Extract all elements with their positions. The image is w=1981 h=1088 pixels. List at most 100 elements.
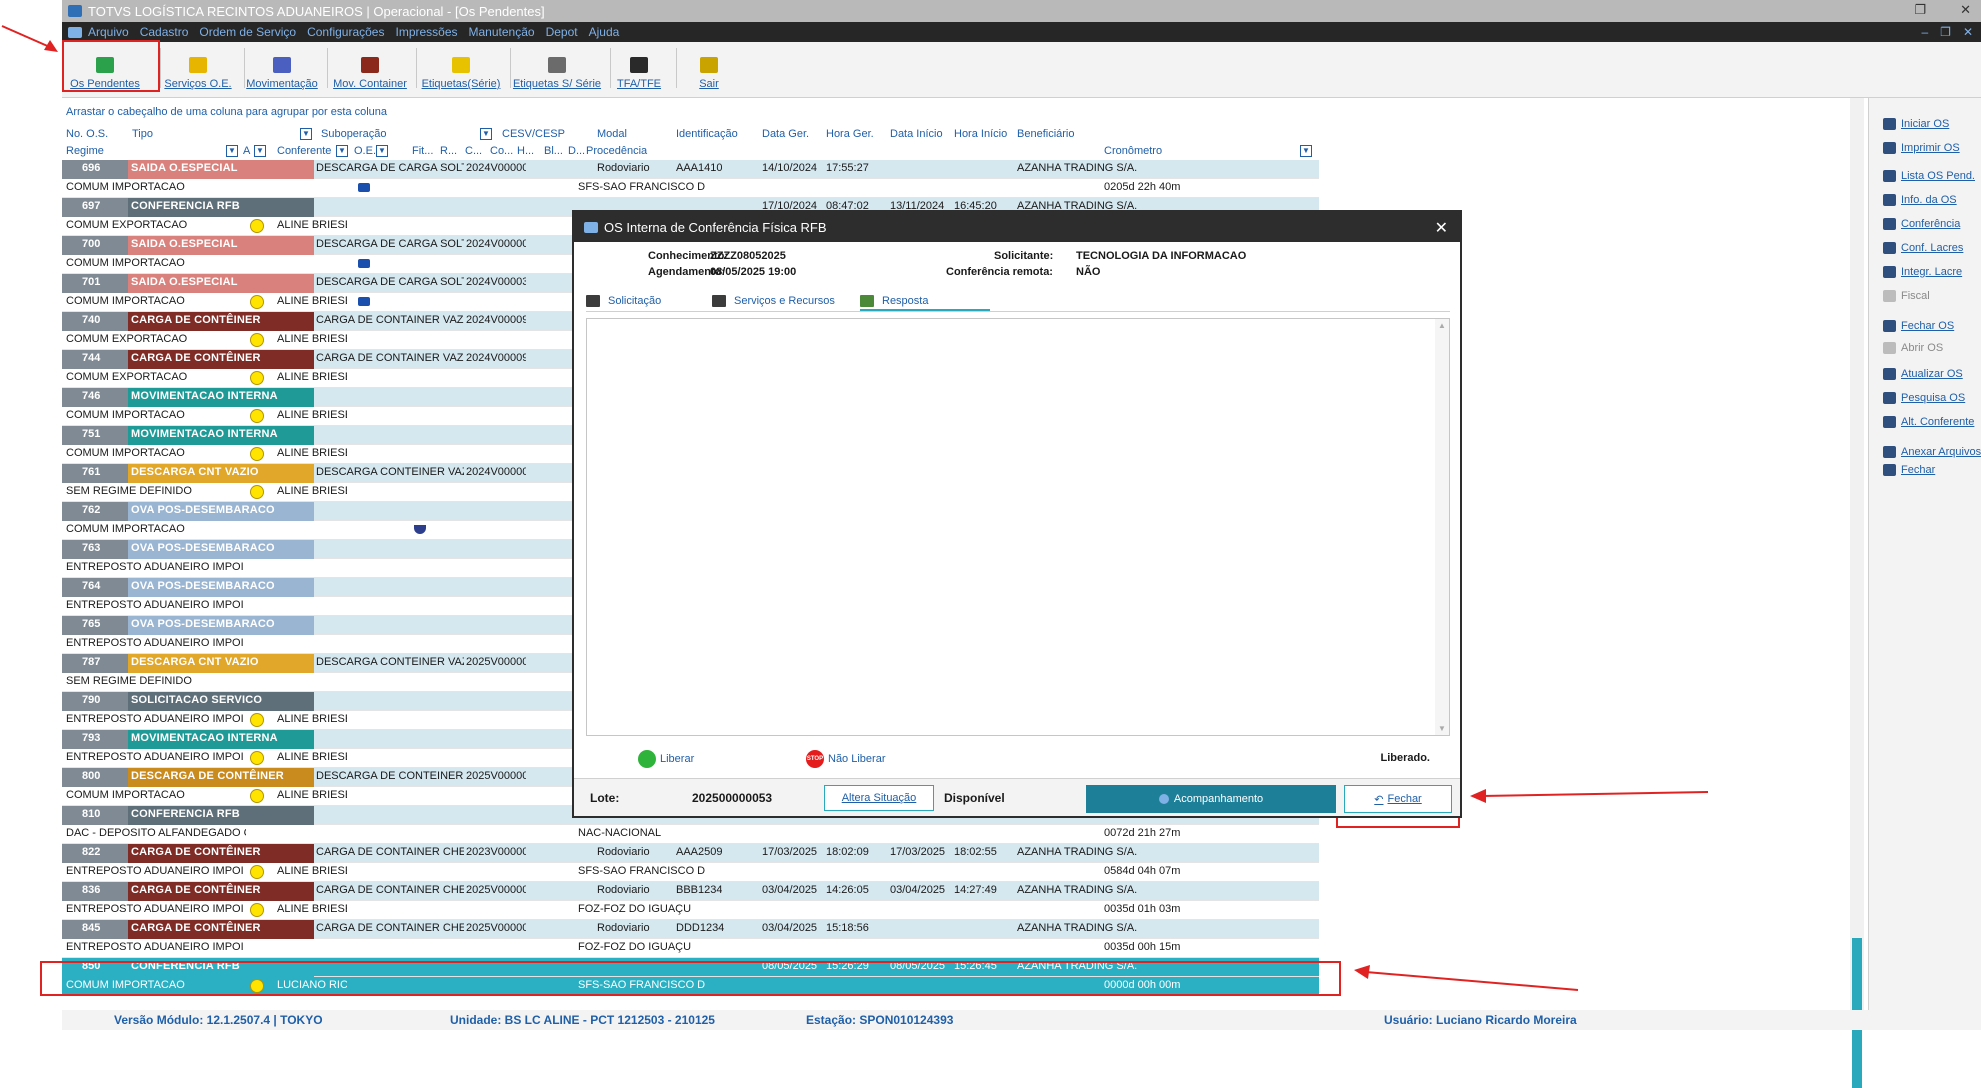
col-header-c[interactable]: C... — [465, 145, 482, 157]
identificacao-cell: DDD1234 — [676, 922, 725, 934]
col-header-regime[interactable]: Regime — [66, 145, 104, 157]
col-header-tipo[interactable]: Tipo — [132, 128, 153, 140]
menu-configuracoes[interactable]: Configurações — [307, 25, 384, 39]
menu-manutencao[interactable]: Manutenção — [469, 25, 535, 39]
col-header-fit[interactable]: Fit... — [412, 145, 433, 157]
grid-vertical-scrollbar[interactable] — [1850, 98, 1864, 1088]
col-header-data-inicio[interactable]: Data Início — [890, 128, 943, 140]
close-icon[interactable]: ✕ — [1960, 2, 1971, 18]
action-lista-os-pend[interactable]: Lista OS Pend. — [1883, 170, 1975, 182]
fechar-button[interactable]: ↶ Fechar — [1344, 785, 1452, 813]
menu-arquivo[interactable]: Arquivo — [88, 25, 129, 39]
col-header-cesv[interactable]: CESV/CESP — [502, 128, 565, 140]
col-header-suboperacao[interactable]: Suboperação — [321, 128, 386, 140]
col-header-cronometro[interactable]: Cronômetro — [1104, 145, 1162, 157]
paperclip-icon — [1883, 446, 1896, 458]
col-header-co[interactable]: Co... — [490, 145, 513, 157]
col-header-procedencia[interactable]: Procedência — [586, 145, 647, 157]
toolbar-etiquetas-serie-button[interactable]: Etiquetas(Série) — [420, 46, 502, 94]
os-tipo: DESCARGA CNT VAZIO — [128, 464, 314, 483]
toolbar-etiquetas-sem-serie-button[interactable]: Etiquetas S/ Série — [512, 46, 602, 94]
col-header-beneficiario[interactable]: Beneficiário — [1017, 128, 1074, 140]
action-anexar-arquivos[interactable]: Anexar Arquivos — [1883, 446, 1981, 458]
liberar-button[interactable]: Liberar — [638, 750, 694, 768]
textarea-scrollbar[interactable]: ▲ ▼ — [1435, 319, 1449, 735]
table-row-detail[interactable]: ENTREPOSTO ADUANEIRO IMPOI ALINE BRIESEI F… — [62, 901, 1319, 920]
filter-dropdown-icon[interactable]: ▼ — [336, 145, 348, 157]
mdi-close-icon[interactable]: ✕ — [1963, 25, 1973, 39]
tab-solicitacao[interactable]: Solicitação — [586, 295, 661, 307]
menu-depot[interactable]: Depot — [546, 25, 578, 39]
acompanhamento-button[interactable]: Acompanhamento — [1086, 785, 1336, 813]
action-info-da-os[interactable]: Info. da OS — [1883, 194, 1957, 206]
col-header-os[interactable]: No. O.S. — [66, 128, 108, 140]
resposta-textarea[interactable]: ▲ ▼ — [586, 318, 1450, 736]
conferente-cell: ALINE BRIESEI — [277, 485, 347, 497]
toolbar-sair-button[interactable]: Sair — [694, 46, 724, 94]
group-by-hint[interactable]: Arrastar o cabeçalho de uma coluna para … — [66, 106, 387, 118]
table-row[interactable]: 836 CARGA DE CONTÊINER CARGA DE CONTAINER … — [62, 882, 1319, 901]
col-header-h[interactable]: H... — [517, 145, 534, 157]
filter-dropdown-icon[interactable]: ▼ — [376, 145, 388, 157]
filter-dropdown-icon[interactable]: ▼ — [480, 128, 492, 140]
col-header-identificacao[interactable]: Identificação — [676, 128, 738, 140]
col-header-oe[interactable]: O.E. — [354, 145, 376, 157]
toolbar-mov-container-button[interactable]: Mov. Container — [332, 46, 408, 94]
table-row-detail[interactable]: DAC - DEPOSITO ALFANDEGADO C NAC-NACIONAL… — [62, 825, 1319, 844]
menu-app-icon[interactable] — [68, 26, 82, 38]
os-number: 761 — [62, 464, 128, 483]
col-header-a[interactable]: A — [243, 145, 250, 157]
action-atualizar-os[interactable]: Atualizar OS — [1883, 368, 1963, 380]
action-fechar[interactable]: Fechar — [1883, 464, 1935, 476]
table-row-detail[interactable]: ENTREPOSTO ADUANEIRO IMPOI ALINE BRIESEI S… — [62, 863, 1319, 882]
conhecimento-value: ZZZZ08052025 — [710, 250, 786, 262]
table-row[interactable]: 845 CARGA DE CONTÊINER CARGA DE CONTAINER … — [62, 920, 1319, 939]
action-integr-lacre[interactable]: Integr. Lacre — [1883, 266, 1962, 278]
restore-icon[interactable]: ❐ — [1914, 2, 1926, 18]
scroll-down-icon[interactable]: ▼ — [1435, 724, 1449, 733]
suboperacao-cell: DESCARGA DE CARGA SOLTA — [316, 276, 464, 288]
col-header-r[interactable]: R... — [440, 145, 457, 157]
col-header-hora-inicio[interactable]: Hora Início — [954, 128, 1007, 140]
menu-ordem-servico[interactable]: Ordem de Serviço — [199, 25, 296, 39]
toolbar-servicos-oe-button[interactable]: Serviços O.E. — [164, 46, 232, 94]
action-abrir-os[interactable]: Abrir OS — [1883, 342, 1943, 354]
scroll-up-icon[interactable]: ▲ — [1435, 321, 1449, 330]
menu-cadastro[interactable]: Cadastro — [140, 25, 189, 39]
mdi-minimize-icon[interactable]: – — [1921, 25, 1928, 39]
action-iniciar-os[interactable]: Iniciar OS — [1883, 118, 1949, 130]
table-row-detail[interactable]: ENTREPOSTO ADUANEIRO IMPOI FOZ-FOZ DO IGU… — [62, 939, 1319, 958]
tab-servicos-recursos[interactable]: Serviços e Recursos — [712, 295, 835, 307]
col-header-d[interactable]: D... — [568, 145, 585, 157]
action-conf-lacres[interactable]: Conf. Lacres — [1883, 242, 1963, 254]
menu-ajuda[interactable]: Ajuda — [589, 25, 620, 39]
col-header-hora-ger[interactable]: Hora Ger. — [826, 128, 874, 140]
col-header-bl[interactable]: Bl... — [544, 145, 563, 157]
toolbar-movimentacao-button[interactable]: Movimentação — [246, 46, 318, 94]
col-header-conferente[interactable]: Conferente — [277, 145, 331, 157]
toolbar-tfa-tfe-button[interactable]: TFA/TFE — [615, 46, 663, 94]
filter-dropdown-icon[interactable]: ▼ — [300, 128, 312, 140]
dialog-close-icon[interactable]: ✕ — [1435, 218, 1448, 238]
action-fiscal[interactable]: Fiscal — [1883, 290, 1930, 302]
filter-dropdown-icon[interactable]: ▼ — [1300, 145, 1312, 157]
data-inicio-cell: 17/03/2025 — [890, 846, 946, 858]
tab-resposta[interactable]: Resposta — [860, 295, 990, 311]
filter-dropdown-icon[interactable]: ▼ — [226, 145, 238, 157]
action-alt-conferente[interactable]: Alt. Conferente — [1883, 416, 1974, 428]
action-imprimir-os[interactable]: Imprimir OS — [1883, 142, 1960, 154]
action-fechar-os[interactable]: Fechar OS — [1883, 320, 1954, 332]
action-confer-ncia[interactable]: Conferência — [1883, 218, 1960, 230]
table-row-detail[interactable]: COMUM IMPORTACAO SFS-SAO FRANCISCO D 0205d… — [62, 179, 1319, 198]
col-header-data-ger[interactable]: Data Ger. — [762, 128, 809, 140]
altera-situacao-button[interactable]: Altera Situação — [824, 785, 934, 811]
nao-liberar-button[interactable]: STOP Não Liberar — [806, 750, 885, 768]
menu-impressoes[interactable]: Impressões — [395, 25, 457, 39]
table-row[interactable]: 822 CARGA DE CONTÊINER CARGA DE CONTAINER … — [62, 844, 1319, 863]
table-row[interactable]: 696 SAIDA O.ESPECIAL DESCARGA DE CARGA SOL… — [62, 160, 1319, 179]
filter-dropdown-icon[interactable]: ▼ — [254, 145, 266, 157]
col-header-modal[interactable]: Modal — [597, 128, 627, 140]
mdi-restore-icon[interactable]: ❐ — [1940, 25, 1951, 39]
suboperacao-cell: DESCARGA DE CARGA SOLTA — [316, 238, 464, 250]
action-pesquisa-os[interactable]: Pesquisa OS — [1883, 392, 1965, 404]
